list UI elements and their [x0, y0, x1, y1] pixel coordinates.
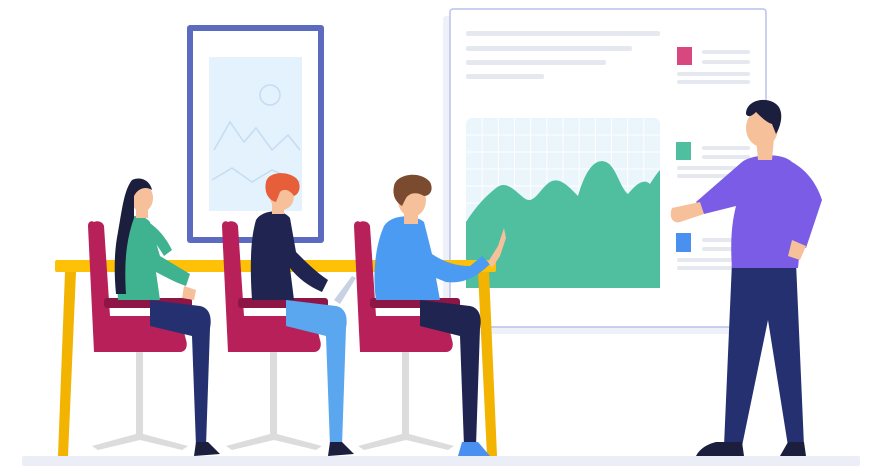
floor — [22, 456, 860, 466]
table-leg-left — [58, 272, 76, 456]
meeting-illustration — [22, 8, 860, 466]
legend-swatch-blue — [676, 233, 691, 252]
legend-swatch-teal — [676, 142, 691, 160]
legend-swatch-pink — [677, 47, 692, 65]
presentation-board — [443, 8, 767, 334]
wall-picture — [187, 25, 324, 243]
